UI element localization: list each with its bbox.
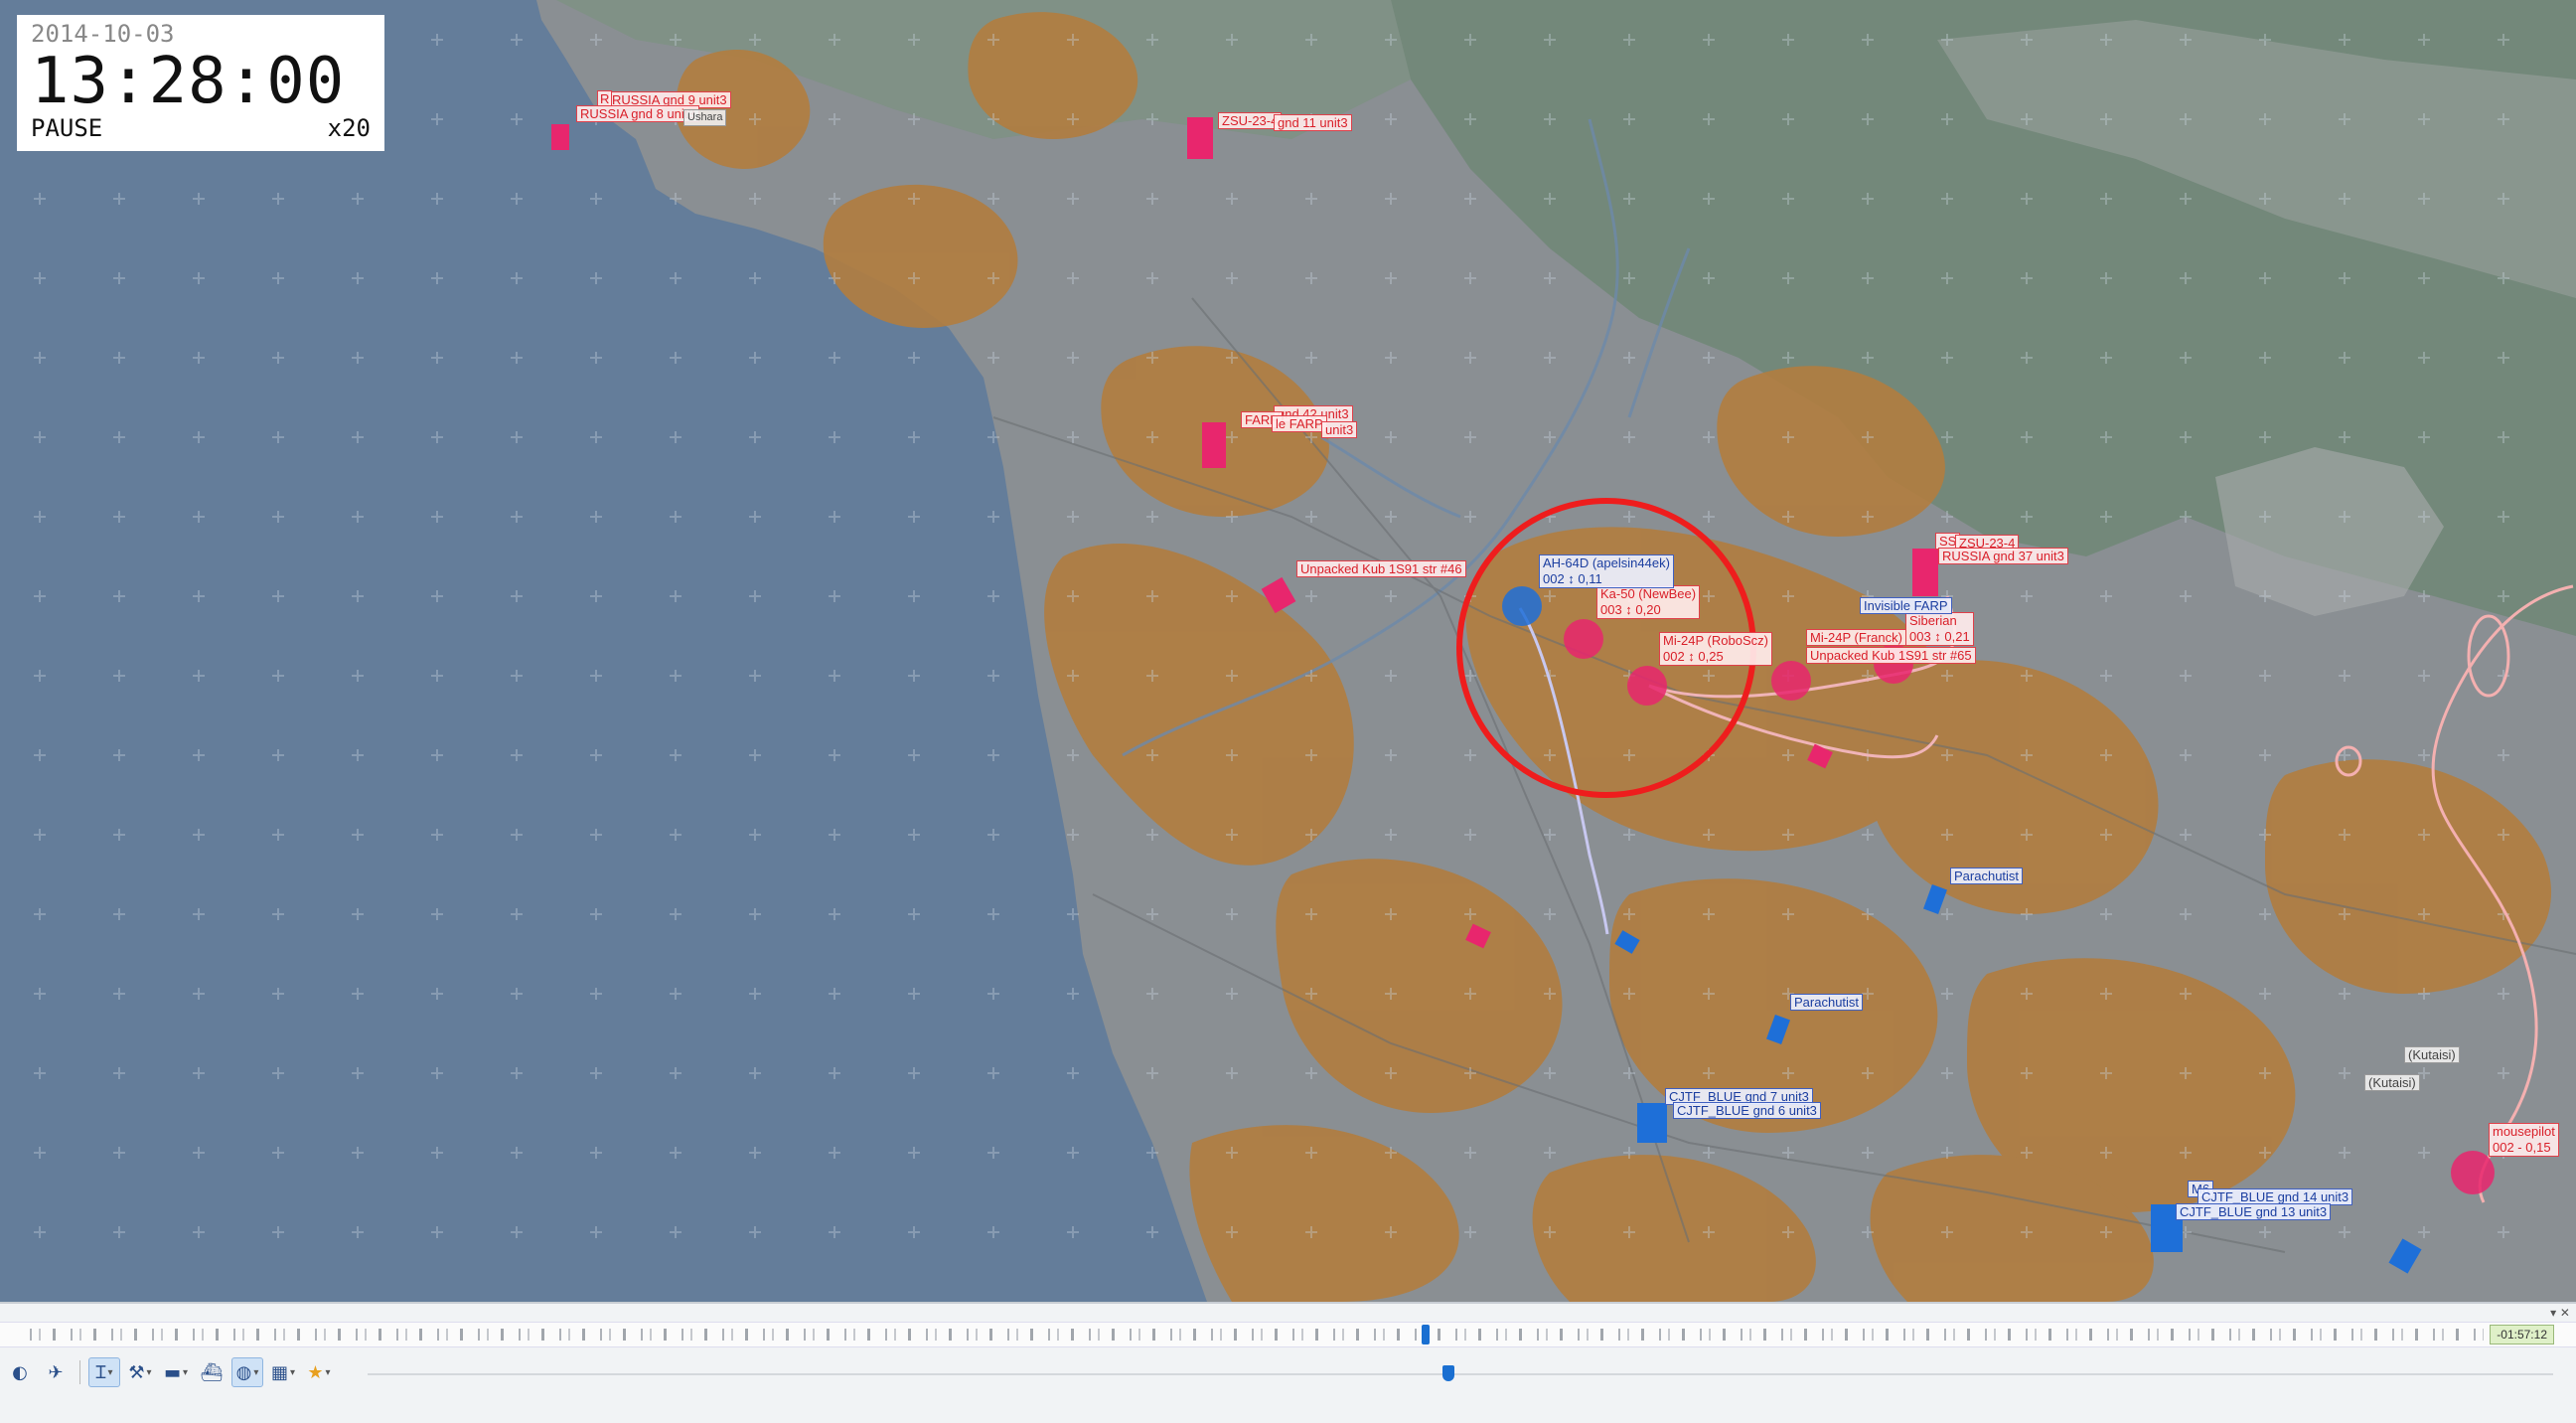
place-label: Ushara <box>683 109 727 126</box>
unit-label[interactable]: le FARP <box>1272 415 1327 432</box>
unit-name: Siberian <box>1909 613 1957 628</box>
globe-icon[interactable]: ◍ <box>231 1357 263 1387</box>
grid-icon[interactable]: ▦ <box>267 1357 299 1387</box>
grid-overlay <box>0 0 2576 1302</box>
unit-label[interactable]: CJTF_BLUE gnd 6 unit3 <box>1673 1102 1821 1119</box>
unit-label-mi24-roboscz[interactable]: Mi-24P (RoboScz) 002 ↕ 0,25 <box>1659 632 1772 666</box>
unit-label[interactable]: RUSSIA gnd 8 unit3 <box>576 105 699 122</box>
ground-unit-marker <box>551 124 569 150</box>
ground-unit-marker <box>1912 549 1938 596</box>
unit-name: AH-64D (apelsin44ek) <box>1543 555 1670 570</box>
place-label: (Kutaisi) <box>2364 1074 2420 1091</box>
unit-label[interactable]: Mi-24P (Franck) <box>1806 629 1906 646</box>
bottom-toolbar: ◐ ✈ Ɪ ⚒ ▬ ⛴ ◍ ▦ ★ <box>0 1355 335 1389</box>
tool-icon[interactable]: ⚒ <box>124 1357 156 1387</box>
unit-label[interactable]: ZSU-23-4 <box>1218 112 1283 129</box>
unit-label-siberian[interactable]: Siberian 003 ↕ 0,21 <box>1905 612 1974 646</box>
timeline-track[interactable]: -01:57:12 <box>0 1322 2576 1347</box>
plane-icon[interactable]: ✈ <box>40 1357 72 1387</box>
ka50-marker <box>1564 619 1603 659</box>
ground-unit-marker <box>1187 117 1213 159</box>
unit-info: 002 ↕ 0,11 <box>1543 571 1602 586</box>
unit-info: 003 ↕ 0,21 <box>1909 629 1970 644</box>
unit-label[interactable]: unit3 <box>1321 421 1358 438</box>
blue-unit-marker <box>1637 1103 1667 1143</box>
ah64d-marker <box>1502 586 1542 626</box>
unit-name: Mi-24P (RoboScz) <box>1663 633 1768 648</box>
timeline-cursor[interactable] <box>1422 1325 1430 1344</box>
unit-info: 003 ↕ 0,20 <box>1600 602 1661 617</box>
mi24-franck-marker <box>1771 661 1811 701</box>
unit-label-mousepilot[interactable]: mousepilot 002 - 0,15 <box>2489 1123 2559 1157</box>
sim-clock: 2014-10-03 13:28:00 PAUSE x20 <box>17 15 384 151</box>
unit-label-ka50[interactable]: Ka-50 (NewBee) 003 ↕ 0,20 <box>1596 585 1701 619</box>
unit-name: mousepilot <box>2493 1124 2555 1139</box>
map-canvas[interactable] <box>0 0 2576 1302</box>
star-icon[interactable]: ★ <box>303 1357 335 1387</box>
unit-label[interactable]: Parachutist <box>1790 994 1864 1011</box>
map-view[interactable]: RUSSIA gnd 9 unit3 R RUSSIA gnd 8 unit3 … <box>0 0 2576 1302</box>
zoom-slider-thumb[interactable] <box>1442 1365 1454 1381</box>
zoom-slider-track[interactable] <box>368 1373 2553 1375</box>
mi24-roboscz-marker <box>1627 666 1667 706</box>
clock-date: 2014-10-03 <box>31 20 175 48</box>
unit-icon[interactable]: ◐ <box>4 1357 36 1387</box>
panel-window-buttons[interactable]: ▾ ✕ <box>2550 1306 2570 1320</box>
clock-state: PAUSE <box>31 114 103 142</box>
vehicle-icon[interactable]: ▬ <box>160 1357 192 1387</box>
toolbar-separator <box>79 1360 80 1384</box>
unit-label[interactable]: CJTF_BLUE gnd 13 unit3 <box>2176 1203 2332 1220</box>
bottom-panel: ▾ ✕ -01:57:12 ◐ ✈ Ɪ ⚒ ▬ ⛴ ◍ ▦ ★ <box>0 1302 2576 1423</box>
unit-label[interactable]: RUSSIA gnd 37 unit3 <box>1938 548 2068 564</box>
clock-speed: x20 <box>327 114 371 142</box>
time-offset-badge: -01:57:12 <box>2490 1325 2554 1344</box>
unit-name: Ka-50 (NewBee) <box>1600 586 1697 601</box>
unit-info: 002 - 0,15 <box>2493 1140 2551 1155</box>
mousepilot-marker <box>2451 1151 2495 1194</box>
unit-label[interactable]: gnd 11 unit3 <box>1274 114 1352 131</box>
timeline-events <box>30 1329 2484 1341</box>
unit-label[interactable]: Unpacked Kub 1S91 str #46 <box>1296 560 1466 577</box>
unit-label[interactable]: Parachutist <box>1950 868 2024 884</box>
text-cursor-icon[interactable]: Ɪ <box>88 1357 120 1387</box>
place-label: (Kutaisi) <box>2404 1046 2460 1063</box>
unit-info: 002 ↕ 0,25 <box>1663 649 1724 664</box>
unit-label[interactable]: Unpacked Kub 1S91 str #65 <box>1806 647 1976 664</box>
ship-icon[interactable]: ⛴ <box>196 1357 227 1387</box>
ground-unit-marker <box>1202 422 1226 468</box>
unit-label[interactable]: Invisible FARP <box>1860 597 1952 614</box>
unit-label-ah64d[interactable]: AH-64D (apelsin44ek) 002 ↕ 0,11 <box>1539 554 1674 588</box>
clock-time: 13:28:00 <box>31 45 346 118</box>
